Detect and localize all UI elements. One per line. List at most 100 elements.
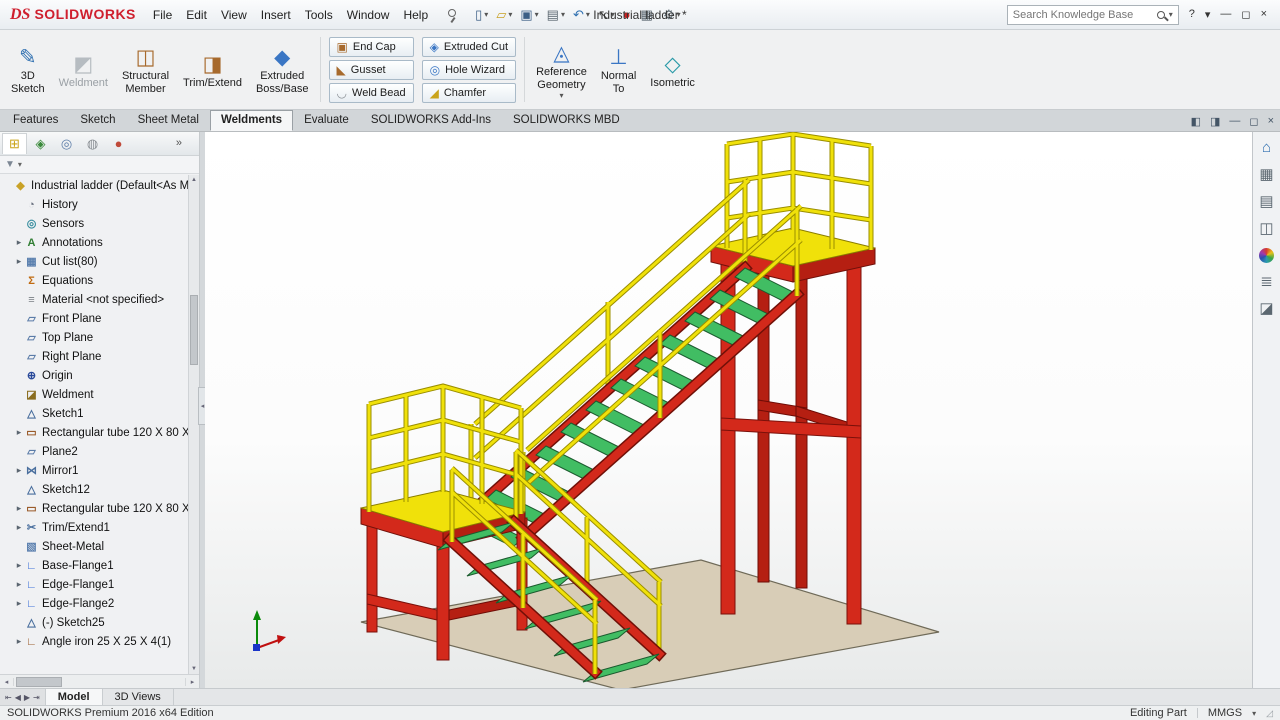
task-pane-icon[interactable]: ● xyxy=(1259,248,1274,263)
tree-expander-icon[interactable]: ▸ xyxy=(14,598,24,609)
manager-tab-icon[interactable]: ⊞ xyxy=(2,133,27,154)
tree-item[interactable]: ▱ Top Plane xyxy=(0,328,199,347)
task-pane-icon[interactable]: ⌂ xyxy=(1262,140,1271,156)
window-control-button[interactable]: ◻ xyxy=(1236,6,1255,23)
doc-window-control[interactable]: × xyxy=(1268,115,1274,128)
tab-nav-arrow-icon[interactable]: ⇥ xyxy=(33,693,40,702)
command-tab[interactable]: Evaluate xyxy=(293,110,360,131)
upper-staircase[interactable] xyxy=(461,180,801,547)
command-tab[interactable]: Weldments xyxy=(210,110,293,131)
quickbar-button[interactable]: ↶ ▾ xyxy=(569,5,594,25)
manager-tab-icon[interactable]: ◍ xyxy=(80,134,105,154)
tree-expander-icon[interactable]: ▸ xyxy=(14,636,24,647)
menu-item[interactable]: View xyxy=(214,3,254,27)
tree-item[interactable]: △ (-) Sketch25 xyxy=(0,613,199,632)
document-tab[interactable]: Model xyxy=(46,689,103,705)
filter-funnel-icon[interactable]: ▼ xyxy=(5,159,15,170)
quickbar-button[interactable]: ▯ ▾ xyxy=(471,5,492,25)
model-canvas[interactable] xyxy=(205,132,1252,688)
tree-expander-icon[interactable]: ▸ xyxy=(14,237,24,248)
tree-expander-icon[interactable]: ▸ xyxy=(14,503,24,514)
search-dropdown-icon[interactable]: ▾ xyxy=(1169,10,1173,19)
ribbon-big-button[interactable]: ◬ Reference Geometry ▾ xyxy=(529,37,594,102)
doc-window-control[interactable]: ◻ xyxy=(1249,115,1258,128)
tab-nav-arrow-icon[interactable]: ◀ xyxy=(15,693,21,702)
menu-item[interactable]: Window xyxy=(340,3,397,27)
ribbon-big-button[interactable]: ◩ Weldment xyxy=(52,48,115,92)
quickbar-button[interactable]: ▣ ▾ xyxy=(516,5,542,25)
ribbon-small-button[interactable]: ◢ Chamfer xyxy=(422,83,516,103)
tree-item[interactable]: ◪ Weldment xyxy=(0,385,199,404)
tree-item[interactable]: ▸ ✂ Trim/Extend1 xyxy=(0,518,199,537)
tree-item[interactable]: ⊕ Origin xyxy=(0,366,199,385)
manager-tab-icon[interactable]: ◈ xyxy=(28,134,53,154)
document-tab[interactable]: 3D Views xyxy=(103,689,174,705)
tree-expander-icon[interactable]: ▸ xyxy=(14,579,24,590)
ribbon-small-button[interactable]: ◎ Hole Wizard xyxy=(422,60,516,80)
search-input[interactable] xyxy=(1013,9,1153,21)
dropdown-arrow-icon[interactable]: ▾ xyxy=(535,10,539,19)
panel-chevron-icon[interactable]: » xyxy=(171,137,187,149)
tree-item[interactable]: ▸ ⋈ Mirror1 xyxy=(0,461,199,480)
quickbar-button[interactable]: ▤ ▾ xyxy=(543,5,569,25)
filter-input-area[interactable] xyxy=(25,159,194,171)
tree-item[interactable]: ◆ Industrial ladder (Default<As Ma xyxy=(0,176,199,195)
tower-back-posts[interactable] xyxy=(758,246,847,588)
tree-item[interactable]: ▸ ▦ Cut list(80) xyxy=(0,252,199,271)
ribbon-small-button[interactable]: ◡ Weld Bead xyxy=(329,83,414,103)
tab-nav-arrow-icon[interactable]: ⇤ xyxy=(5,693,12,702)
dropdown-arrow-icon[interactable]: ▾ xyxy=(484,10,488,19)
tree-item[interactable]: ▱ Right Plane xyxy=(0,347,199,366)
units-dropdown-icon[interactable]: ▾ xyxy=(1252,707,1256,720)
task-pane-icon[interactable]: ▤ xyxy=(1259,194,1273,210)
ribbon-small-button[interactable]: ◈ Extruded Cut xyxy=(422,37,516,57)
manager-tab-icon[interactable]: ◎ xyxy=(54,134,79,154)
scrollbar-thumb[interactable] xyxy=(190,295,198,365)
window-control-button[interactable]: × xyxy=(1256,6,1272,23)
dropdown-arrow-icon[interactable]: ▾ xyxy=(559,92,563,100)
tree-item[interactable]: ▸ ∟ Edge-Flange2 xyxy=(0,594,199,613)
search-icon[interactable] xyxy=(1157,11,1165,19)
graphics-viewport[interactable] xyxy=(205,132,1252,688)
tree-item[interactable]: △ Sketch1 xyxy=(0,404,199,423)
tree-item[interactable]: Σ Equations xyxy=(0,271,199,290)
tree-item[interactable]: ◎ Sensors xyxy=(0,214,199,233)
tree-item[interactable]: ▸ ▭ Rectangular tube 120 X 80 X xyxy=(0,499,199,518)
ribbon-small-button[interactable]: ◣ Gusset xyxy=(329,60,414,80)
tree-item[interactable]: ▱ Front Plane xyxy=(0,309,199,328)
window-control-button[interactable]: ? xyxy=(1184,6,1200,23)
ribbon-big-button[interactable]: ◆ Extruded Boss/Base xyxy=(249,41,316,98)
units-selector[interactable]: MMGS xyxy=(1208,707,1242,720)
ribbon-big-button[interactable]: ◫ Structural Member xyxy=(115,41,176,98)
doc-window-control[interactable]: ◨ xyxy=(1210,115,1220,128)
task-pane-icon[interactable]: ≣ xyxy=(1260,274,1273,290)
tree-item[interactable]: ▸ ▭ Rectangular tube 120 X 80 X xyxy=(0,423,199,442)
task-pane-icon[interactable]: ▦ xyxy=(1259,167,1273,183)
tree-item[interactable]: ▧ Sheet-Metal xyxy=(0,537,199,556)
tree-expander-icon[interactable]: ▸ xyxy=(14,465,24,476)
manager-tab-icon[interactable]: ● xyxy=(106,134,131,153)
search-box[interactable]: ▾ xyxy=(1007,5,1179,25)
ribbon-big-button[interactable]: ◨ Trim/Extend xyxy=(176,48,249,92)
window-control-button[interactable]: ▾ xyxy=(1200,6,1216,23)
scroll-right-icon[interactable]: ▸ xyxy=(185,678,199,686)
scroll-left-icon[interactable]: ◂ xyxy=(0,678,14,686)
ribbon-small-button[interactable]: ▣ End Cap xyxy=(329,37,414,57)
task-pane-icon[interactable]: ◫ xyxy=(1259,221,1273,237)
tree-item[interactable]: ◔ History xyxy=(0,195,199,214)
menu-item[interactable]: Insert xyxy=(254,3,298,27)
quickbar-button[interactable]: ▱ ▾ xyxy=(492,5,516,25)
doc-window-control[interactable]: — xyxy=(1229,115,1240,128)
dropdown-arrow-icon[interactable]: ▾ xyxy=(508,10,512,19)
scrollbar-thumb[interactable] xyxy=(16,677,62,687)
command-tab[interactable]: Sketch xyxy=(69,110,126,131)
tree-item[interactable]: ▸ A Annotations xyxy=(0,233,199,252)
tree-horizontal-scrollbar[interactable]: ◂ ▸ xyxy=(0,674,199,688)
tree-item[interactable]: ▱ Plane2 xyxy=(0,442,199,461)
pin-menu-icon[interactable] xyxy=(443,7,459,23)
tree-item[interactable]: ▸ ∟ Base-Flange1 xyxy=(0,556,199,575)
dropdown-arrow-icon[interactable]: ▾ xyxy=(561,10,565,19)
tree-expander-icon[interactable]: ▸ xyxy=(14,560,24,571)
ribbon-big-button[interactable]: ◇ Isometric xyxy=(643,48,702,92)
tree-item[interactable]: △ Sketch12 xyxy=(0,480,199,499)
